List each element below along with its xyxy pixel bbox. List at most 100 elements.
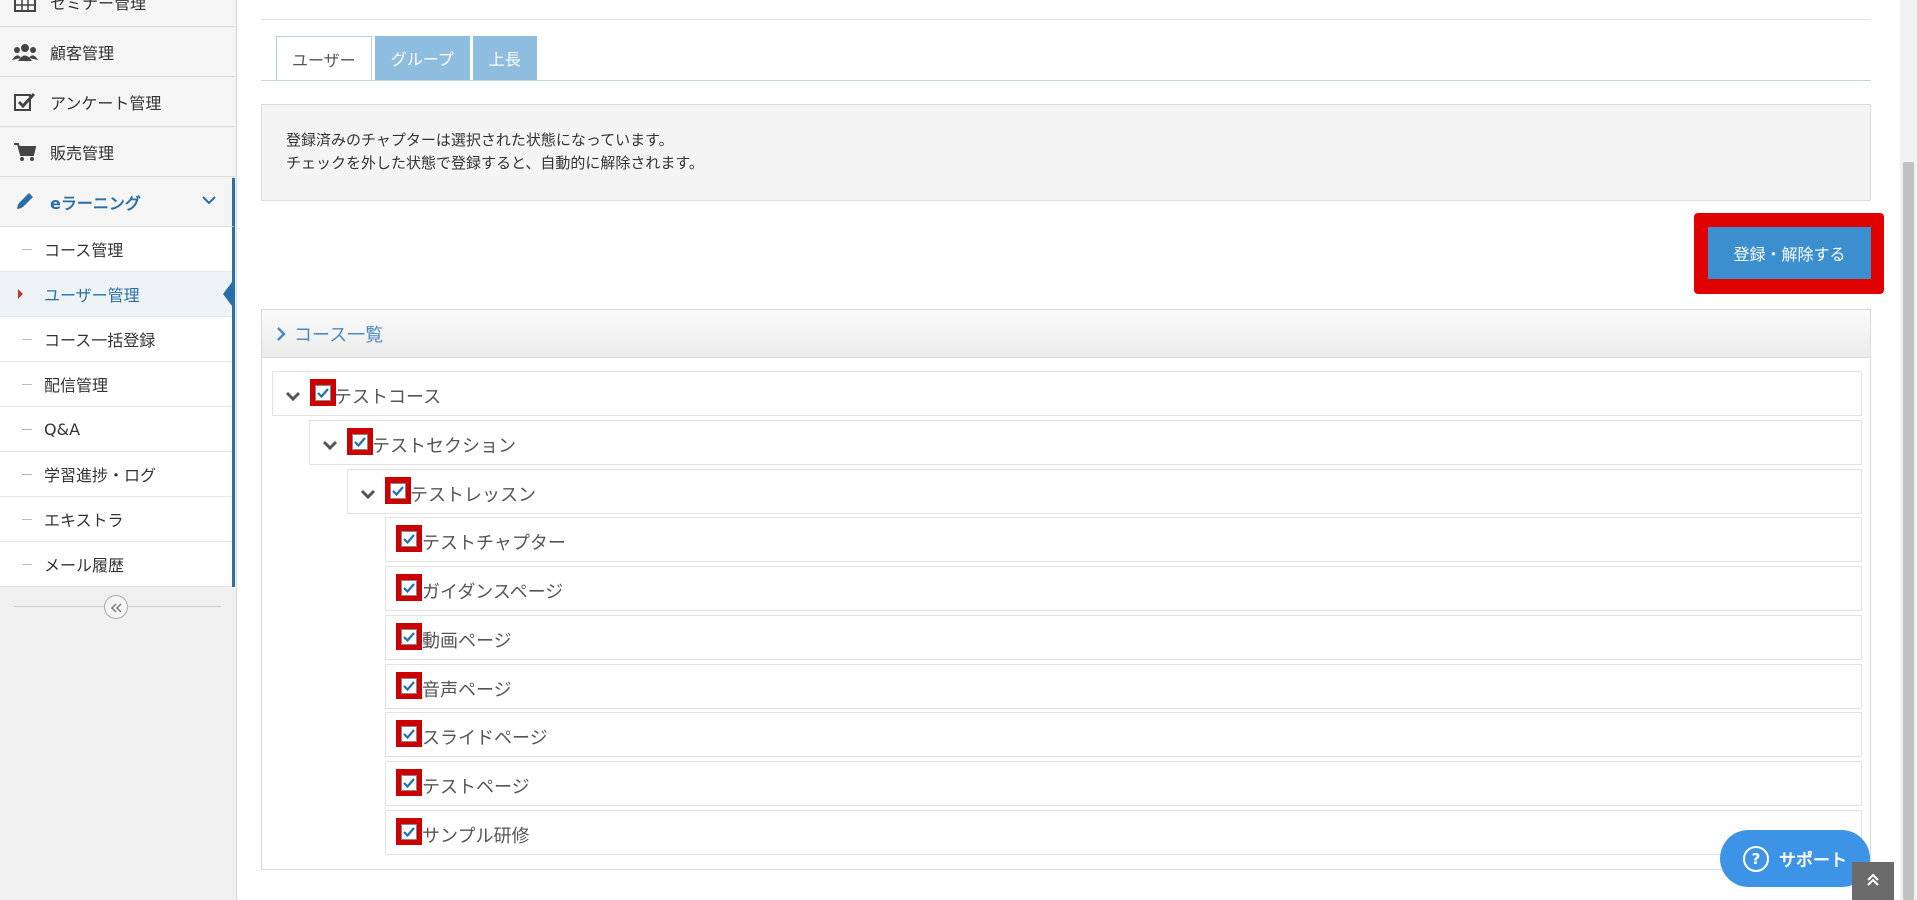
- tab-bar: ユーザー グループ 上長: [276, 36, 540, 81]
- panel-header[interactable]: コース一覧: [262, 310, 1870, 358]
- submenu-item-progress[interactable]: 学習進捗・ログ: [0, 452, 232, 497]
- submenu-item-label: ユーザー管理: [44, 286, 140, 305]
- sidebar-item-elearning[interactable]: eラーニング: [0, 178, 235, 227]
- checkbox-highlight: [396, 769, 422, 796]
- sidebar-item-label: アンケート管理: [50, 94, 162, 113]
- submenu-item-label: メール履歴: [44, 556, 125, 575]
- sidebar-item-label: セミナー管理: [50, 0, 147, 13]
- info-box: 登録済みのチャプターは選択された状態になっています。 チェックを外した状態で登録…: [261, 104, 1871, 201]
- chapter-checkbox[interactable]: [401, 530, 417, 547]
- tree-node-lesson: テストレッスン: [347, 469, 1862, 514]
- sidebar-item-label: 販売管理: [50, 144, 115, 163]
- lesson-checkbox[interactable]: [390, 482, 406, 499]
- tree-node-label: 動画ページ: [422, 631, 512, 652]
- support-button[interactable]: ? サポート: [1720, 830, 1870, 887]
- sidebar: セミナー管理 顧客管理 アンケート管理 販売管理 eラーニング コース管理 ユー…: [0, 0, 237, 900]
- sidebar-item-survey[interactable]: アンケート管理: [0, 78, 235, 127]
- tree-node-label: スライドページ: [422, 728, 548, 749]
- scrollbar-thumb[interactable]: [1903, 162, 1914, 900]
- checkbox-highlight: [396, 574, 422, 601]
- submenu-item-label: Q&A: [44, 419, 81, 439]
- tab-supervisor[interactable]: 上長: [472, 36, 537, 80]
- chevron-right-icon: [276, 326, 286, 342]
- submenu-item-users[interactable]: ユーザー管理: [0, 272, 235, 317]
- checkbox-highlight: [396, 720, 422, 747]
- divider: [261, 19, 1871, 20]
- tree-node-course: テストコース: [272, 371, 1862, 416]
- checkbox-highlight: [347, 428, 373, 455]
- submenu-item-mail-history[interactable]: メール履歴: [0, 542, 232, 587]
- tree-node-page: サンプル研修: [385, 810, 1862, 855]
- page-checkbox[interactable]: [401, 725, 417, 742]
- submenu-item-label: コース管理: [44, 241, 124, 260]
- double-chevron-up-icon: [1866, 872, 1880, 891]
- tree-node-page: スライドページ: [385, 712, 1862, 757]
- tree-node-label: 音声ページ: [422, 680, 512, 701]
- tree-node-label: テストコース: [334, 387, 442, 408]
- divider: [261, 80, 1871, 81]
- tree-node-page: ガイダンスページ: [385, 566, 1862, 611]
- page-checkbox[interactable]: [401, 579, 417, 596]
- tree-node-label: ガイダンスページ: [422, 582, 564, 603]
- pencil-icon: [12, 191, 38, 213]
- info-line-1: 登録済みのチャプターは選択された状態になっています。: [286, 131, 674, 149]
- page-checkbox[interactable]: [401, 823, 417, 840]
- double-chevron-left-icon: [110, 598, 122, 617]
- page-checkbox[interactable]: [401, 628, 417, 645]
- support-label: サポート: [1779, 851, 1847, 871]
- tree-node-page: 動画ページ: [385, 615, 1862, 660]
- panel-title: コース一覧: [294, 324, 384, 346]
- register-button[interactable]: 登録・解除する: [1708, 227, 1871, 279]
- sidebar-item-customers[interactable]: 顧客管理: [0, 28, 235, 77]
- tree-node-chapter: テストチャプター: [385, 517, 1862, 562]
- sidebar-item-label: 顧客管理: [50, 44, 115, 63]
- active-pointer: [223, 278, 235, 310]
- tab-user[interactable]: ユーザー: [276, 36, 372, 81]
- question-icon: ?: [1743, 845, 1769, 872]
- checkbox-highlight: [310, 379, 336, 406]
- course-checkbox[interactable]: [315, 384, 331, 401]
- submenu-item-delivery[interactable]: 配信管理: [0, 362, 232, 407]
- checkbox-highlight: [385, 477, 411, 504]
- tree-node-page: 音声ページ: [385, 664, 1862, 709]
- checkbox-highlight: [396, 623, 422, 650]
- sidebar-item-sales[interactable]: 販売管理: [0, 128, 235, 177]
- page-checkbox[interactable]: [401, 774, 417, 791]
- submenu-item-course[interactable]: コース管理: [0, 227, 232, 272]
- tree-node-label: テストチャプター: [422, 533, 566, 554]
- page-scrollbar[interactable]: [1900, 0, 1917, 900]
- sidebar-collapse-row: [0, 590, 235, 624]
- submenu-item-extra[interactable]: エキストラ: [0, 497, 232, 542]
- users-icon: [12, 41, 38, 63]
- submenu-item-label: コース一括登録: [44, 331, 156, 350]
- submenu-item-qa[interactable]: Q&A: [0, 407, 232, 452]
- submenu-item-bulk-register[interactable]: コース一括登録: [0, 317, 232, 362]
- tab-group[interactable]: グループ: [374, 36, 470, 80]
- sidebar-item-seminar[interactable]: セミナー管理: [0, 0, 235, 27]
- active-marker: [18, 289, 23, 299]
- tree-node-page: テストページ: [385, 761, 1862, 806]
- collapse-sidebar-button[interactable]: [104, 595, 128, 619]
- tree-node-label: テストページ: [422, 777, 530, 798]
- cart-icon: [12, 141, 38, 163]
- tree-node-label: テストセクション: [372, 436, 516, 457]
- chevron-down-icon: [202, 190, 216, 209]
- checkbox-icon: [12, 91, 38, 113]
- checkbox-highlight: [396, 525, 422, 552]
- tree-node-label: テストレッスン: [410, 485, 536, 506]
- calendar-grid-icon: [12, 0, 38, 13]
- checkbox-highlight: [396, 818, 422, 845]
- submenu-item-label: エキストラ: [44, 511, 124, 530]
- scroll-to-top-button[interactable]: [1852, 862, 1894, 900]
- checkbox-highlight: [396, 672, 422, 699]
- submenu-item-label: 配信管理: [44, 376, 109, 395]
- sidebar-item-label: eラーニング: [50, 194, 141, 213]
- page-checkbox[interactable]: [401, 677, 417, 694]
- sidebar-submenu: コース管理 ユーザー管理 コース一括登録 配信管理 Q&A 学習進捗・ログ エキ…: [0, 227, 235, 587]
- tree-node-section: テストセクション: [309, 420, 1862, 465]
- chevron-down-icon[interactable]: [360, 484, 376, 505]
- section-checkbox[interactable]: [352, 433, 368, 450]
- chevron-down-icon[interactable]: [285, 386, 301, 407]
- chevron-down-icon[interactable]: [322, 435, 338, 456]
- info-line-2: チェックを外した状態で登録すると、自動的に解除されます。: [286, 154, 704, 172]
